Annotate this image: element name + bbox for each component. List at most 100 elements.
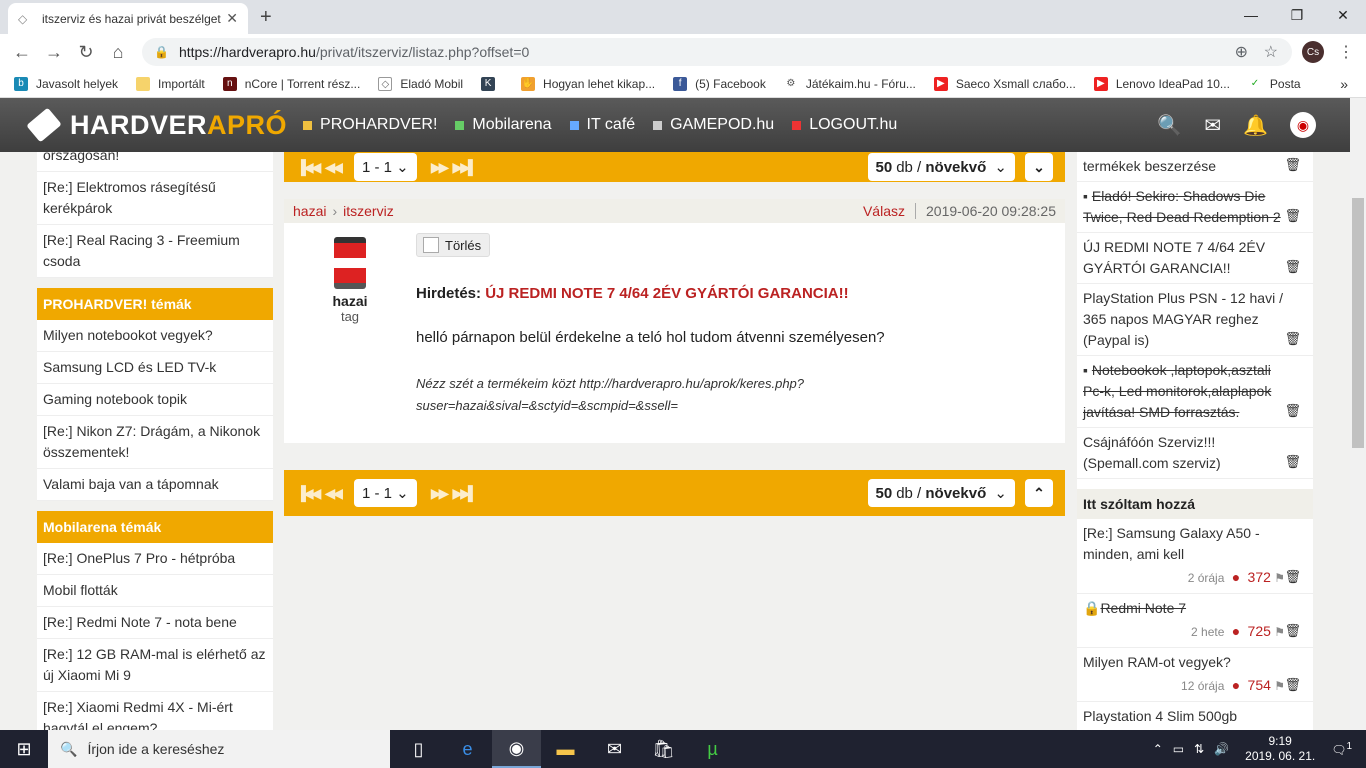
list-item[interactable]: termékek beszerzése 🗑 [1077,152,1313,182]
close-window-button[interactable]: ✕ [1320,0,1366,30]
thread-item[interactable]: [Re:] Samsung Galaxy A50 - minden, ami k… [1077,519,1313,594]
crumb-topic[interactable]: itszerviz [343,203,394,219]
forward-button[interactable]: → [38,42,70,63]
home-button[interactable]: ⌂ [102,42,134,63]
volume-icon[interactable]: 🔊 [1214,742,1229,756]
avatar[interactable] [334,237,366,289]
prev-page-icon[interactable]: ◀◀ [324,159,342,176]
list-item[interactable]: [Re:] 12 GB RAM-mal is elérhető az új Xi… [37,639,273,692]
bookmark-item[interactable]: ⚙ Játékaim.hu - Fóru... [783,76,916,91]
bookmark-item[interactable]: b Javasolt helyek [14,76,118,91]
zoom-icon[interactable]: ⊕ [1235,42,1248,62]
scrollbar[interactable] [1350,98,1366,730]
nav-logout[interactable]: LOGOUT.hu [792,116,897,134]
more-bookmarks-icon[interactable]: » [1340,76,1348,92]
notification-icon[interactable]: 🗨1 [1331,741,1352,757]
ad-link[interactable]: ÚJ REDMI NOTE 7 4/64 2ÉV GYÁRTÓI GARANCI… [485,285,848,302]
profile-avatar[interactable]: Cs [1302,41,1324,63]
battery-icon[interactable]: ▭ [1173,742,1184,756]
reply-link[interactable]: Válasz [863,203,905,219]
windows-start-icon[interactable]: ⊞ [0,739,48,760]
bookmark-item[interactable]: ✋ Hogyan lehet kikap... [521,76,655,91]
bookmark-item[interactable]: f (5) Facebook [673,76,766,91]
prev-page-icon[interactable]: ◀◀ [324,485,342,502]
bookmark-item[interactable]: n nCore | Torrent rész... [222,76,360,91]
list-item[interactable]: Gaming notebook topik [37,384,273,416]
chevron-up-icon[interactable]: ⌃ [1153,742,1163,756]
list-item[interactable]: Milyen notebookot vegyek? [37,320,273,352]
bookmark-item[interactable]: ▶ Lenovo IdeaPad 10... [1093,76,1230,91]
trash-icon[interactable]: 🗑 [1284,256,1301,277]
search-icon[interactable]: 🔍 [1157,113,1182,138]
chrome-icon[interactable]: ◉ [492,730,541,768]
clock[interactable]: 9:19 2019. 06. 21. [1245,734,1315,764]
thread-item[interactable]: Playstation 4 Slim 500gb bontatlan [1077,702,1313,730]
list-item[interactable]: [Re:] Real Racing 3 - Freemium csoda [37,225,273,278]
mail-icon[interactable]: ✉ [1204,113,1221,138]
expand-icon[interactable]: ⌃ [1025,479,1053,507]
edge-icon[interactable]: e [443,730,492,768]
site-logo[interactable]: HARDVER APRÓ [26,107,287,143]
next-page-icon[interactable]: ▶▶ [431,485,449,502]
file-explorer-icon[interactable]: ▬ [541,730,590,768]
list-item[interactable]: [Re:] OnePlus 7 Pro - hétpróba [37,543,273,575]
reload-button[interactable]: ↻ [70,42,102,63]
store-icon[interactable]: 🛍 [639,730,688,768]
address-bar[interactable]: 🔒 https://hardverapro.hu/privat/itszervi… [142,38,1292,66]
collapse-icon[interactable]: ⌄ [1025,153,1053,181]
list-item[interactable]: [Re:] Elektromos rásegítésű kerékpárok [37,172,273,225]
author-name[interactable]: hazai [332,293,368,309]
first-page-icon[interactable]: ▐◀◀ [296,159,322,176]
browser-tab[interactable]: ◇ itszerviz és hazai privát beszélget ✕ [8,3,248,34]
maximize-button[interactable]: ❐ [1274,0,1320,30]
utorrent-icon[interactable]: µ [688,730,737,768]
last-page-icon[interactable]: ▶▶▌ [452,485,478,502]
next-page-icon[interactable]: ▶▶ [431,159,449,176]
bookmark-item[interactable]: ▶ Saeco Xsmall слабо... [933,76,1076,91]
list-item[interactable]: Mobil flották [37,575,273,607]
mail-icon[interactable]: ✉ [590,730,639,768]
page-select[interactable]: 1 - 1 ⌄ [354,479,417,507]
bookmark-item[interactable]: Importált [136,76,205,91]
nav-mobilarena[interactable]: Mobilarena [455,116,552,134]
minimize-button[interactable]: — [1228,0,1274,30]
trash-icon[interactable]: 🗑 [1284,620,1301,641]
taskbar-search[interactable]: 🔍 Írjon ide a kereséshez [48,730,390,768]
list-item[interactable]: [Re:] Redmi Note 7 - nota bene [37,607,273,639]
crumb-user[interactable]: hazai [293,203,326,219]
network-icon[interactable]: ⇅ [1194,742,1204,756]
page-select[interactable]: 1 - 1 ⌄ [354,153,417,181]
trash-icon[interactable]: 🗑 [1284,451,1301,472]
back-button[interactable]: ← [6,42,38,63]
trash-icon[interactable]: 🗑 [1284,566,1301,587]
delete-checkbox[interactable]: Törlés [416,233,491,257]
list-item[interactable]: PlayStation Plus PSN - 12 havi / 365 nap… [1077,284,1313,356]
list-item[interactable]: Samsung LCD és LED TV-k [37,352,273,384]
nav-prohardver[interactable]: PROHARDVER! [303,116,437,134]
prohardver-topics-header[interactable]: PROHARDVER! témák [37,288,273,320]
nav-gamepod[interactable]: GAMEPOD.hu [653,116,774,134]
per-page-select[interactable]: 50 db / növekvő ⌄ [867,479,1015,507]
last-page-icon[interactable]: ▶▶▌ [452,159,478,176]
bookmark-item[interactable]: ✓ Posta [1247,76,1301,91]
trash-icon[interactable]: 🗑 [1284,400,1301,421]
close-tab-icon[interactable]: ✕ [226,10,238,27]
user-avatar[interactable]: ◉ [1290,112,1316,138]
thread-item[interactable]: Milyen RAM-ot vegyek? 12 órája ● 754 ⚑ 🗑 [1077,648,1313,702]
nav-itcafe[interactable]: IT café [569,116,635,134]
thread-item[interactable]: 🔒Redmi Note 72 hete ● 725 ⚑ 🗑 [1077,594,1313,648]
new-tab-button[interactable]: + [260,6,272,29]
trash-icon[interactable]: 🗑 [1284,205,1301,226]
bell-icon[interactable]: 🔔 [1243,113,1268,138]
list-item[interactable]: [Re:] Xiaomi Redmi 4X - Mi-ért hagytál e… [37,692,273,730]
list-item[interactable]: ▪ Eladó! Sekiro: Shadows Die Twice, Red … [1077,182,1313,233]
mobilarena-topics-header[interactable]: Mobilarena témák [37,511,273,543]
first-page-icon[interactable]: ▐◀◀ [296,485,322,502]
list-item[interactable]: országosan! [37,152,273,172]
list-item[interactable]: ▪ Notebookok ,laptopok,asztali Pc-k, Led… [1077,356,1313,428]
per-page-select[interactable]: 50 db / növekvő ⌄ [867,153,1015,181]
task-view-icon[interactable]: ▯ [394,730,443,768]
trash-icon[interactable]: 🗑 [1284,154,1301,175]
menu-icon[interactable]: ⋮ [1338,42,1354,62]
trash-icon[interactable]: 🗑 [1284,328,1301,349]
